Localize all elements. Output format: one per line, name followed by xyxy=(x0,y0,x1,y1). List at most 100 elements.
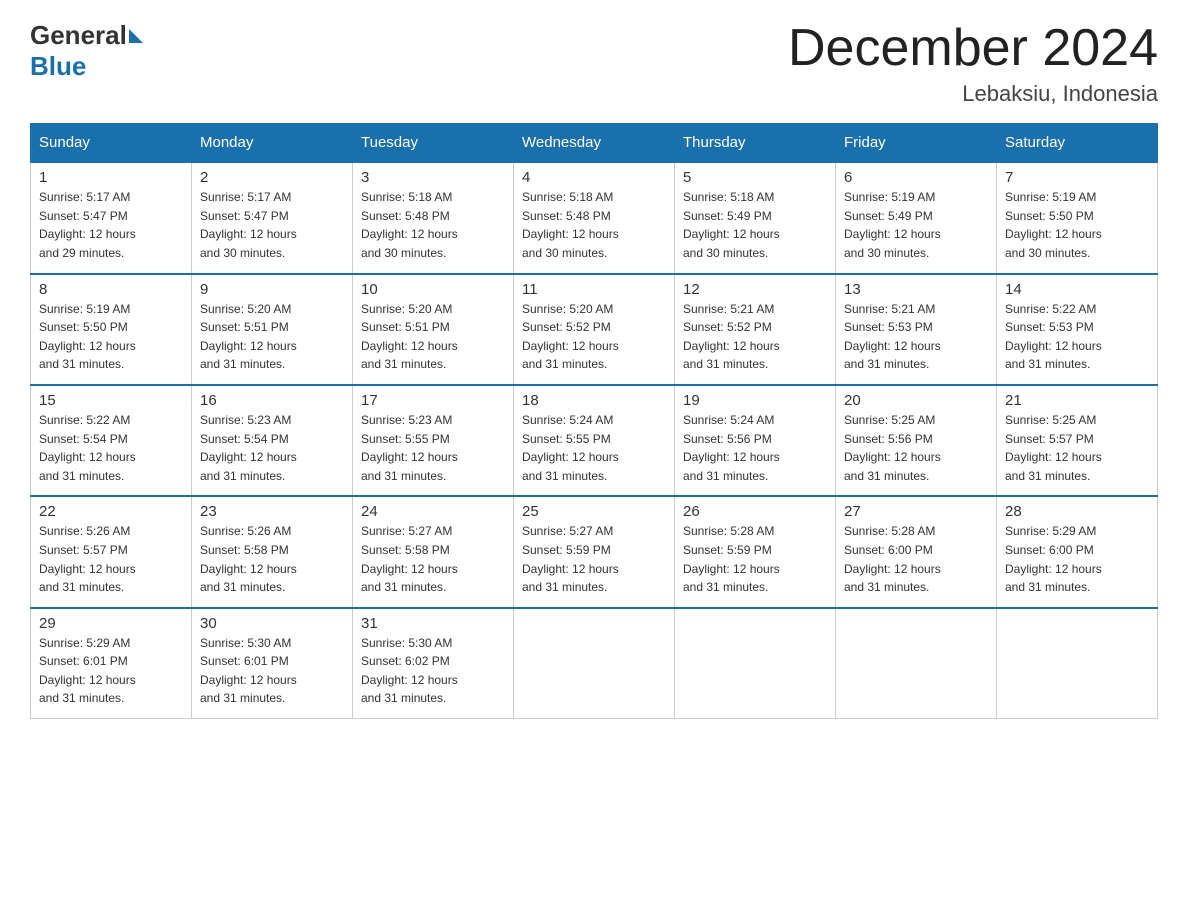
table-row: 10 Sunrise: 5:20 AMSunset: 5:51 PMDaylig… xyxy=(353,274,514,385)
table-row: 1 Sunrise: 5:17 AMSunset: 5:47 PMDayligh… xyxy=(31,162,192,273)
day-number: 16 xyxy=(200,392,344,409)
table-row: 15 Sunrise: 5:22 AMSunset: 5:54 PMDaylig… xyxy=(31,385,192,496)
table-row xyxy=(836,608,997,719)
day-info: Sunrise: 5:22 AMSunset: 5:53 PMDaylight:… xyxy=(1005,302,1102,372)
day-info: Sunrise: 5:19 AMSunset: 5:50 PMDaylight:… xyxy=(1005,190,1102,260)
table-row: 24 Sunrise: 5:27 AMSunset: 5:58 PMDaylig… xyxy=(353,496,514,607)
header-friday: Friday xyxy=(836,124,997,163)
day-number: 4 xyxy=(522,169,666,186)
day-number: 29 xyxy=(39,615,183,632)
day-number: 15 xyxy=(39,392,183,409)
header-monday: Monday xyxy=(192,124,353,163)
day-info: Sunrise: 5:28 AMSunset: 5:59 PMDaylight:… xyxy=(683,524,780,594)
table-row: 27 Sunrise: 5:28 AMSunset: 6:00 PMDaylig… xyxy=(836,496,997,607)
month-title: December 2024 xyxy=(788,20,1158,77)
week-row-3: 15 Sunrise: 5:22 AMSunset: 5:54 PMDaylig… xyxy=(31,385,1158,496)
day-number: 13 xyxy=(844,281,988,298)
day-number: 17 xyxy=(361,392,505,409)
week-row-2: 8 Sunrise: 5:19 AMSunset: 5:50 PMDayligh… xyxy=(31,274,1158,385)
day-info: Sunrise: 5:19 AMSunset: 5:50 PMDaylight:… xyxy=(39,302,136,372)
location-label: Lebaksiu, Indonesia xyxy=(788,81,1158,107)
week-row-1: 1 Sunrise: 5:17 AMSunset: 5:47 PMDayligh… xyxy=(31,162,1158,273)
day-number: 9 xyxy=(200,281,344,298)
day-number: 2 xyxy=(200,169,344,186)
day-number: 20 xyxy=(844,392,988,409)
table-row: 5 Sunrise: 5:18 AMSunset: 5:49 PMDayligh… xyxy=(675,162,836,273)
calendar-table: Sunday Monday Tuesday Wednesday Thursday… xyxy=(30,123,1158,719)
day-info: Sunrise: 5:21 AMSunset: 5:53 PMDaylight:… xyxy=(844,302,941,372)
table-row: 26 Sunrise: 5:28 AMSunset: 5:59 PMDaylig… xyxy=(675,496,836,607)
page-header: General Blue December 2024 Lebaksiu, Ind… xyxy=(30,20,1158,107)
day-info: Sunrise: 5:24 AMSunset: 5:56 PMDaylight:… xyxy=(683,413,780,483)
day-number: 18 xyxy=(522,392,666,409)
table-row: 14 Sunrise: 5:22 AMSunset: 5:53 PMDaylig… xyxy=(997,274,1158,385)
table-row: 23 Sunrise: 5:26 AMSunset: 5:58 PMDaylig… xyxy=(192,496,353,607)
table-row: 2 Sunrise: 5:17 AMSunset: 5:47 PMDayligh… xyxy=(192,162,353,273)
day-info: Sunrise: 5:20 AMSunset: 5:51 PMDaylight:… xyxy=(200,302,297,372)
table-row: 3 Sunrise: 5:18 AMSunset: 5:48 PMDayligh… xyxy=(353,162,514,273)
header-thursday: Thursday xyxy=(675,124,836,163)
table-row: 12 Sunrise: 5:21 AMSunset: 5:52 PMDaylig… xyxy=(675,274,836,385)
day-info: Sunrise: 5:24 AMSunset: 5:55 PMDaylight:… xyxy=(522,413,619,483)
table-row: 21 Sunrise: 5:25 AMSunset: 5:57 PMDaylig… xyxy=(997,385,1158,496)
day-number: 24 xyxy=(361,503,505,520)
day-info: Sunrise: 5:18 AMSunset: 5:49 PMDaylight:… xyxy=(683,190,780,260)
day-info: Sunrise: 5:17 AMSunset: 5:47 PMDaylight:… xyxy=(39,190,136,260)
table-row xyxy=(997,608,1158,719)
day-number: 11 xyxy=(522,281,666,298)
logo-arrow-icon xyxy=(129,29,143,43)
table-row: 6 Sunrise: 5:19 AMSunset: 5:49 PMDayligh… xyxy=(836,162,997,273)
day-info: Sunrise: 5:29 AMSunset: 6:00 PMDaylight:… xyxy=(1005,524,1102,594)
table-row: 11 Sunrise: 5:20 AMSunset: 5:52 PMDaylig… xyxy=(514,274,675,385)
table-row: 8 Sunrise: 5:19 AMSunset: 5:50 PMDayligh… xyxy=(31,274,192,385)
day-info: Sunrise: 5:20 AMSunset: 5:51 PMDaylight:… xyxy=(361,302,458,372)
header-saturday: Saturday xyxy=(997,124,1158,163)
day-number: 1 xyxy=(39,169,183,186)
header-sunday: Sunday xyxy=(31,124,192,163)
day-info: Sunrise: 5:20 AMSunset: 5:52 PMDaylight:… xyxy=(522,302,619,372)
table-row: 22 Sunrise: 5:26 AMSunset: 5:57 PMDaylig… xyxy=(31,496,192,607)
day-info: Sunrise: 5:22 AMSunset: 5:54 PMDaylight:… xyxy=(39,413,136,483)
table-row: 4 Sunrise: 5:18 AMSunset: 5:48 PMDayligh… xyxy=(514,162,675,273)
week-row-5: 29 Sunrise: 5:29 AMSunset: 6:01 PMDaylig… xyxy=(31,608,1158,719)
day-info: Sunrise: 5:27 AMSunset: 5:58 PMDaylight:… xyxy=(361,524,458,594)
logo-general-text: General xyxy=(30,20,127,51)
table-row: 28 Sunrise: 5:29 AMSunset: 6:00 PMDaylig… xyxy=(997,496,1158,607)
table-row: 16 Sunrise: 5:23 AMSunset: 5:54 PMDaylig… xyxy=(192,385,353,496)
day-info: Sunrise: 5:23 AMSunset: 5:55 PMDaylight:… xyxy=(361,413,458,483)
title-section: December 2024 Lebaksiu, Indonesia xyxy=(788,20,1158,107)
day-number: 31 xyxy=(361,615,505,632)
day-number: 14 xyxy=(1005,281,1149,298)
day-info: Sunrise: 5:23 AMSunset: 5:54 PMDaylight:… xyxy=(200,413,297,483)
table-row: 17 Sunrise: 5:23 AMSunset: 5:55 PMDaylig… xyxy=(353,385,514,496)
day-number: 3 xyxy=(361,169,505,186)
table-row: 19 Sunrise: 5:24 AMSunset: 5:56 PMDaylig… xyxy=(675,385,836,496)
day-info: Sunrise: 5:17 AMSunset: 5:47 PMDaylight:… xyxy=(200,190,297,260)
day-number: 8 xyxy=(39,281,183,298)
header-wednesday: Wednesday xyxy=(514,124,675,163)
table-row: 13 Sunrise: 5:21 AMSunset: 5:53 PMDaylig… xyxy=(836,274,997,385)
day-number: 26 xyxy=(683,503,827,520)
day-info: Sunrise: 5:18 AMSunset: 5:48 PMDaylight:… xyxy=(522,190,619,260)
table-row: 31 Sunrise: 5:30 AMSunset: 6:02 PMDaylig… xyxy=(353,608,514,719)
table-row: 18 Sunrise: 5:24 AMSunset: 5:55 PMDaylig… xyxy=(514,385,675,496)
day-number: 10 xyxy=(361,281,505,298)
day-number: 19 xyxy=(683,392,827,409)
day-info: Sunrise: 5:29 AMSunset: 6:01 PMDaylight:… xyxy=(39,636,136,706)
table-row: 25 Sunrise: 5:27 AMSunset: 5:59 PMDaylig… xyxy=(514,496,675,607)
table-row xyxy=(514,608,675,719)
day-info: Sunrise: 5:26 AMSunset: 5:57 PMDaylight:… xyxy=(39,524,136,594)
day-info: Sunrise: 5:19 AMSunset: 5:49 PMDaylight:… xyxy=(844,190,941,260)
table-row: 29 Sunrise: 5:29 AMSunset: 6:01 PMDaylig… xyxy=(31,608,192,719)
header-tuesday: Tuesday xyxy=(353,124,514,163)
day-info: Sunrise: 5:30 AMSunset: 6:02 PMDaylight:… xyxy=(361,636,458,706)
day-number: 5 xyxy=(683,169,827,186)
day-info: Sunrise: 5:21 AMSunset: 5:52 PMDaylight:… xyxy=(683,302,780,372)
logo-blue-text: Blue xyxy=(30,51,86,82)
week-row-4: 22 Sunrise: 5:26 AMSunset: 5:57 PMDaylig… xyxy=(31,496,1158,607)
logo: General Blue xyxy=(30,20,145,82)
day-number: 27 xyxy=(844,503,988,520)
table-row xyxy=(675,608,836,719)
day-info: Sunrise: 5:26 AMSunset: 5:58 PMDaylight:… xyxy=(200,524,297,594)
day-number: 7 xyxy=(1005,169,1149,186)
